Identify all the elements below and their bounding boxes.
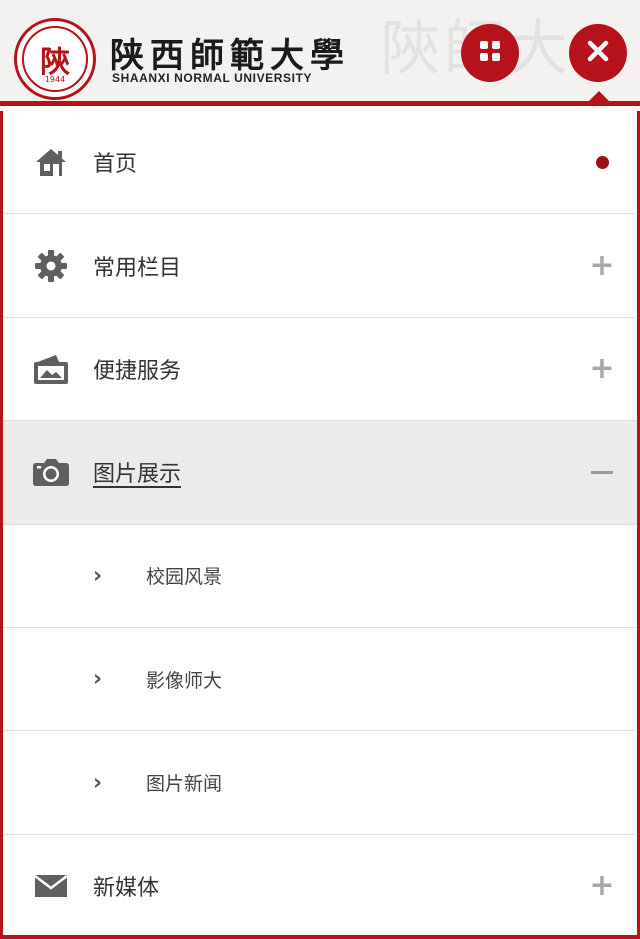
menu-item-label: 常用栏目 [93, 255, 182, 281]
university-seal-logo[interactable]: 陝 1944 [14, 18, 96, 100]
chevron-right-icon: › [93, 770, 103, 796]
menu-item-common-sections[interactable]: 常用栏目 + [3, 214, 637, 318]
menu-item-photo-gallery[interactable]: 图片展示 [3, 421, 637, 525]
submenu-item-campus-scenery[interactable]: › 校园风景 [3, 525, 637, 628]
expand-plus-icon[interactable]: + [589, 353, 615, 383]
menu-item-new-media[interactable]: 新媒体 + [3, 835, 637, 939]
bottom-accent-bar [0, 935, 640, 939]
active-dot-indicator [589, 149, 615, 175]
menu-item-home[interactable]: 首页 [3, 111, 637, 215]
menu-item-label: 图片展示 [93, 462, 182, 488]
submenu-item-label: 影像师大 [146, 669, 223, 692]
submenu-item-photo-news[interactable]: › 图片新闻 [3, 731, 637, 835]
grid-menu-button[interactable] [461, 24, 519, 82]
gear-icon [31, 249, 71, 283]
close-menu-button[interactable] [569, 24, 627, 82]
expand-plus-icon[interactable]: + [589, 870, 615, 900]
mail-icon [31, 869, 71, 903]
menu-item-label: 便捷服务 [93, 358, 182, 384]
close-icon [586, 39, 610, 67]
menu-pointer [588, 91, 610, 102]
home-icon [31, 145, 71, 179]
grid-icon [479, 40, 501, 66]
camera-icon [31, 455, 71, 489]
menu-item-label: 首页 [93, 152, 138, 178]
seal-year: 1944 [44, 75, 66, 84]
menu-item-quick-services[interactable]: 便捷服务 + [3, 318, 637, 422]
collapse-minus-icon[interactable] [589, 459, 615, 485]
logo-english-name: SHAANXI NORMAL UNIVERSITY [112, 71, 313, 85]
chevron-right-icon: › [93, 666, 103, 692]
nav-menu: 首页 常用栏目 + 便捷服务 + 图片展示 › 校园风景 › 影像师大 › 图片… [0, 111, 640, 939]
chevron-right-icon: › [93, 563, 103, 589]
expand-plus-icon[interactable]: + [589, 250, 615, 280]
submenu-item-image-snnu[interactable]: › 影像师大 [3, 628, 637, 732]
site-header: 陝師大 陝 1944 陕西師範大學 SHAANXI NORMAL UNIVERS… [0, 0, 640, 106]
submenu-item-label: 图片新闻 [146, 773, 223, 796]
wallet-icon [31, 352, 71, 386]
menu-item-label: 新媒体 [93, 875, 160, 901]
logo-chinese-name: 陕西師範大學 [110, 36, 350, 76]
submenu-item-label: 校园风景 [146, 566, 223, 589]
